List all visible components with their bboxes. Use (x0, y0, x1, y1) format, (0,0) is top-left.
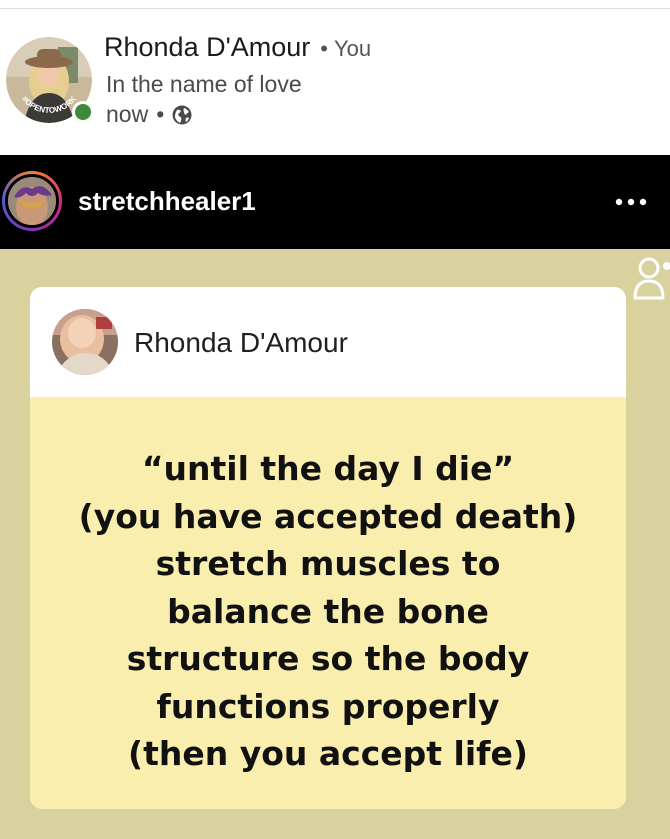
author-line: Rhonda D'Amour • You (104, 32, 371, 63)
globe-icon (172, 105, 192, 124)
author-headline: In the name of love (106, 71, 302, 97)
author-avatar[interactable]: #OPENTOWORK (6, 37, 94, 123)
quote-card: Rhonda D'Amour “until the day I die” (yo… (30, 287, 626, 809)
story-username[interactable]: stretchhealer1 (78, 186, 256, 217)
story-avatar-image (8, 177, 56, 225)
post-header: #OPENTOWORK Rhonda D'Amour • You In the na… (0, 9, 670, 155)
quote-author-avatar-image (52, 309, 118, 375)
quote-line: structure so the body (126, 639, 530, 678)
quote-line: functions properly (156, 686, 500, 726)
person-tag-icon[interactable] (632, 254, 670, 300)
post-timestamp: now • (106, 101, 192, 128)
story-author-avatar[interactable] (2, 171, 62, 231)
quote-line: (you have accepted death) (78, 496, 578, 536)
more-horizontal-icon[interactable] (614, 197, 648, 207)
quote-author-avatar (52, 309, 118, 375)
quote-line: balance the bone (167, 591, 489, 631)
quote-line: “until the day I die” (141, 449, 515, 488)
author-separator: • (320, 36, 328, 61)
story-body: Rhonda D'Amour “until the day I die” (yo… (0, 249, 670, 839)
relation-label: You (333, 36, 372, 61)
quote-text: “until the day I die” (you have accepted… (30, 445, 626, 778)
quote-line: (then you accept life) (128, 734, 528, 773)
quote-card-header: Rhonda D'Amour (30, 287, 626, 397)
quote-line: stretch muscles to (155, 544, 501, 583)
time-label: now (106, 101, 149, 127)
online-status-dot (72, 101, 94, 123)
time-separator: • (156, 101, 165, 127)
story-header-bar: stretchhealer1 (0, 155, 670, 249)
author-name[interactable]: Rhonda D'Amour (104, 32, 310, 62)
quote-author-name: Rhonda D'Amour (134, 327, 348, 358)
